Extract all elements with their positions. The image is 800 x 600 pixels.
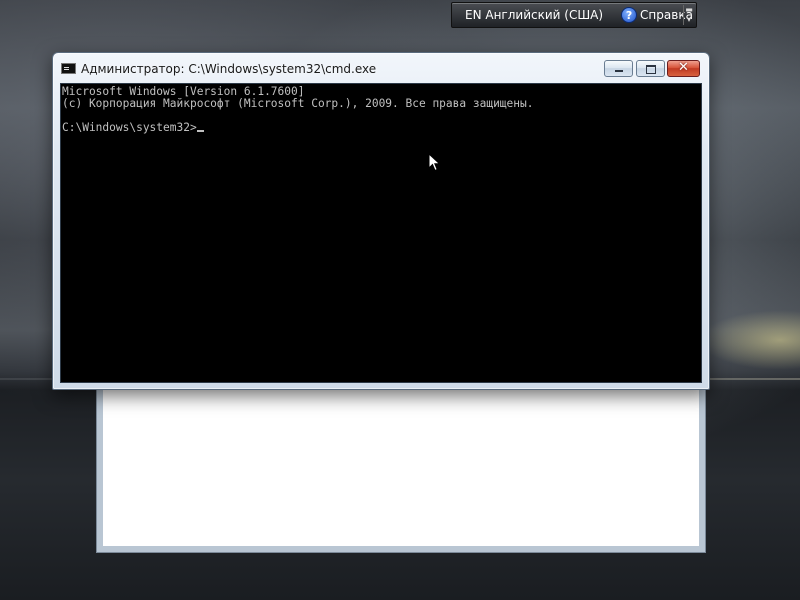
- help-icon: ?: [621, 7, 638, 23]
- language-indicator[interactable]: EN Английский (США): [465, 8, 603, 22]
- background-window-content: [103, 389, 699, 546]
- minimize-button[interactable]: [604, 60, 633, 77]
- console-prompt: C:\Windows\system32>: [62, 121, 197, 134]
- wallpaper-glow: [700, 310, 800, 370]
- cmd-window[interactable]: Администратор: C:\Windows\system32\cmd.e…: [52, 52, 710, 390]
- close-button[interactable]: ✕: [667, 60, 700, 77]
- desktop[interactable]: EN Английский (США) ? Справка ▬ ▾ Админис…: [0, 0, 800, 600]
- language-bar-options-icon[interactable]: ▬ ▾: [683, 5, 694, 25]
- maximize-button[interactable]: [636, 60, 665, 77]
- console-area[interactable]: Microsoft Windows [Version 6.1.7600] (c) …: [60, 83, 702, 383]
- language-bar[interactable]: EN Английский (США) ? Справка ▬ ▾: [451, 2, 697, 28]
- arrow-pointer-icon: [428, 153, 441, 172]
- cmd-icon[interactable]: [61, 63, 76, 74]
- console-line: (c) Корпорация Майкрософт (Microsoft Cor…: [62, 97, 534, 110]
- window-title: Администратор: C:\Windows\system32\cmd.e…: [81, 62, 377, 76]
- title-bar[interactable]: Администратор: C:\Windows\system32\cmd.e…: [53, 53, 709, 83]
- text-cursor: [196, 130, 204, 132]
- console-prompt-line[interactable]: C:\Windows\system32>: [62, 122, 701, 134]
- close-icon: ✕: [678, 60, 689, 75]
- background-window[interactable]: [96, 388, 706, 553]
- console-output: Microsoft Windows [Version 6.1.7600] (c) …: [61, 84, 701, 134]
